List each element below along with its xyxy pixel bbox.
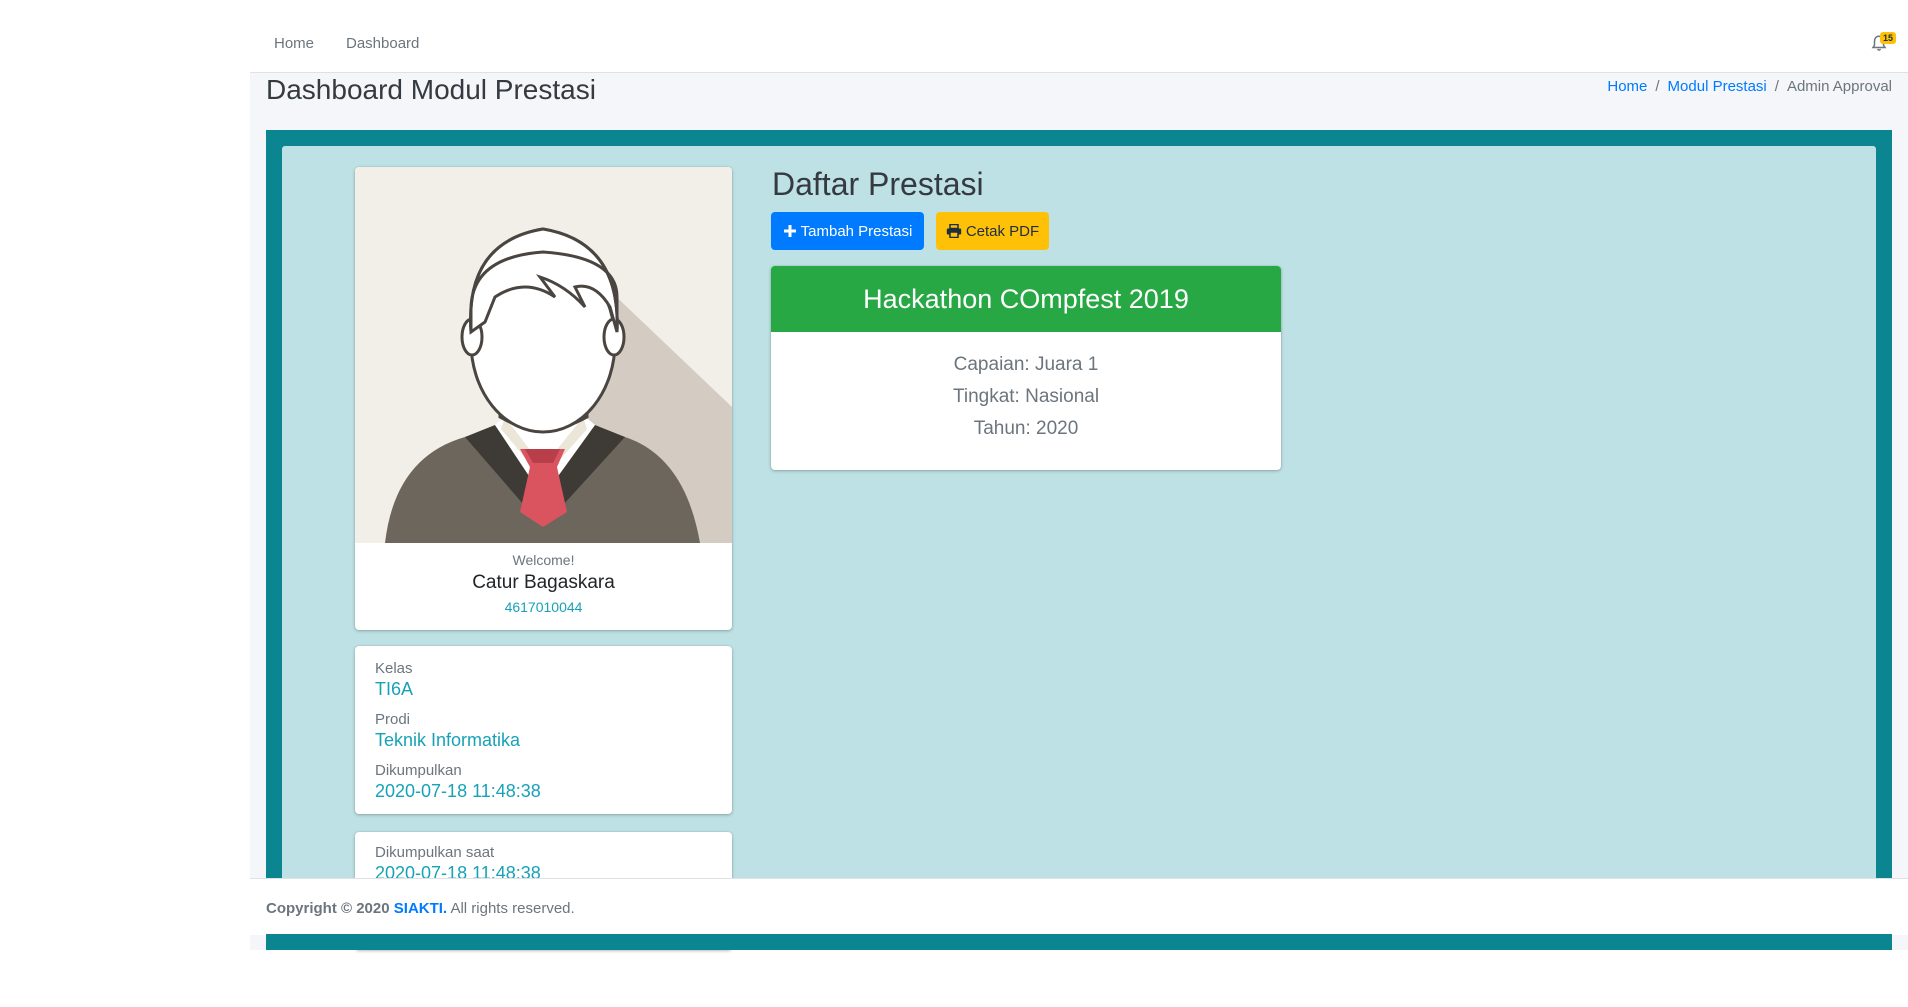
- footer-brand-link[interactable]: SIAKTI.: [394, 900, 447, 917]
- section-title: Daftar Prestasi: [772, 166, 984, 202]
- breadcrumb-separator: /: [1774, 78, 1779, 95]
- plus-icon: [783, 225, 796, 237]
- prodi-label: Prodi: [375, 711, 411, 728]
- add-prestasi-label: Tambah Prestasi: [800, 222, 913, 240]
- prodi-value: Teknik Informatika: [375, 730, 521, 750]
- page-title: Dashboard Modul Prestasi: [266, 74, 596, 105]
- breadcrumb-current: Admin Approval: [1786, 78, 1892, 95]
- avatar: [355, 167, 732, 543]
- prestasi-title: Hackathon COmpfest 2019: [771, 266, 1281, 332]
- breadcrumb-modul-prestasi[interactable]: Modul Prestasi: [1668, 78, 1767, 95]
- footer: Copyright © 2020 SIAKTI. All rights rese…: [250, 878, 1908, 935]
- breadcrumb-home[interactable]: Home: [1607, 78, 1647, 95]
- profile-nim: 4617010044: [504, 599, 583, 615]
- info-card: Kelas TI6A Prodi Teknik Informatika Diku…: [355, 646, 732, 814]
- kelas-value: TI6A: [375, 679, 414, 699]
- print-pdf-label: Cetak PDF: [965, 222, 1040, 240]
- breadcrumb: Home / Modul Prestasi / Admin Approval: [1607, 78, 1892, 95]
- dikumpulkan-saat-label: Dikumpulkan saat: [375, 844, 495, 861]
- dikumpulkan-value: 2020-07-18 11:48:38: [375, 781, 541, 801]
- notification-badge: 15: [1880, 32, 1897, 44]
- prestasi-tingkat: Tingkat: Nasional: [952, 386, 1100, 407]
- profile-card: Welcome! Catur Bagaskara 4617010044: [355, 167, 732, 630]
- bottom-frame-bar: [266, 934, 1892, 950]
- prestasi-capaian: Capaian: Juara 1: [953, 354, 1099, 375]
- kelas-label: Kelas: [375, 660, 413, 677]
- footer-text: Copyright © 2020 SIAKTI. All rights rese…: [266, 900, 575, 917]
- print-pdf-button[interactable]: Cetak PDF: [936, 212, 1049, 250]
- dikumpulkan-label: Dikumpulkan: [375, 762, 462, 779]
- welcome-text: Welcome!: [512, 552, 575, 568]
- nav-dashboard-link[interactable]: Dashboard: [346, 35, 419, 52]
- copyright-text: Copyright © 2020: [266, 900, 390, 917]
- print-icon: [946, 224, 962, 238]
- top-navbar: Home Dashboard 15: [250, 0, 1908, 73]
- add-prestasi-button[interactable]: Tambah Prestasi: [771, 212, 924, 250]
- prestasi-card[interactable]: Hackathon COmpfest 2019 Capaian: Juara 1…: [771, 266, 1281, 470]
- profile-name: Catur Bagaskara: [472, 572, 615, 593]
- nav-home-link[interactable]: Home: [274, 35, 314, 52]
- breadcrumb-separator: /: [1655, 78, 1660, 95]
- user-avatar-icon: [355, 167, 732, 543]
- prestasi-tahun: Tahun: 2020: [973, 418, 1079, 439]
- footer-rights: All rights reserved.: [450, 900, 575, 917]
